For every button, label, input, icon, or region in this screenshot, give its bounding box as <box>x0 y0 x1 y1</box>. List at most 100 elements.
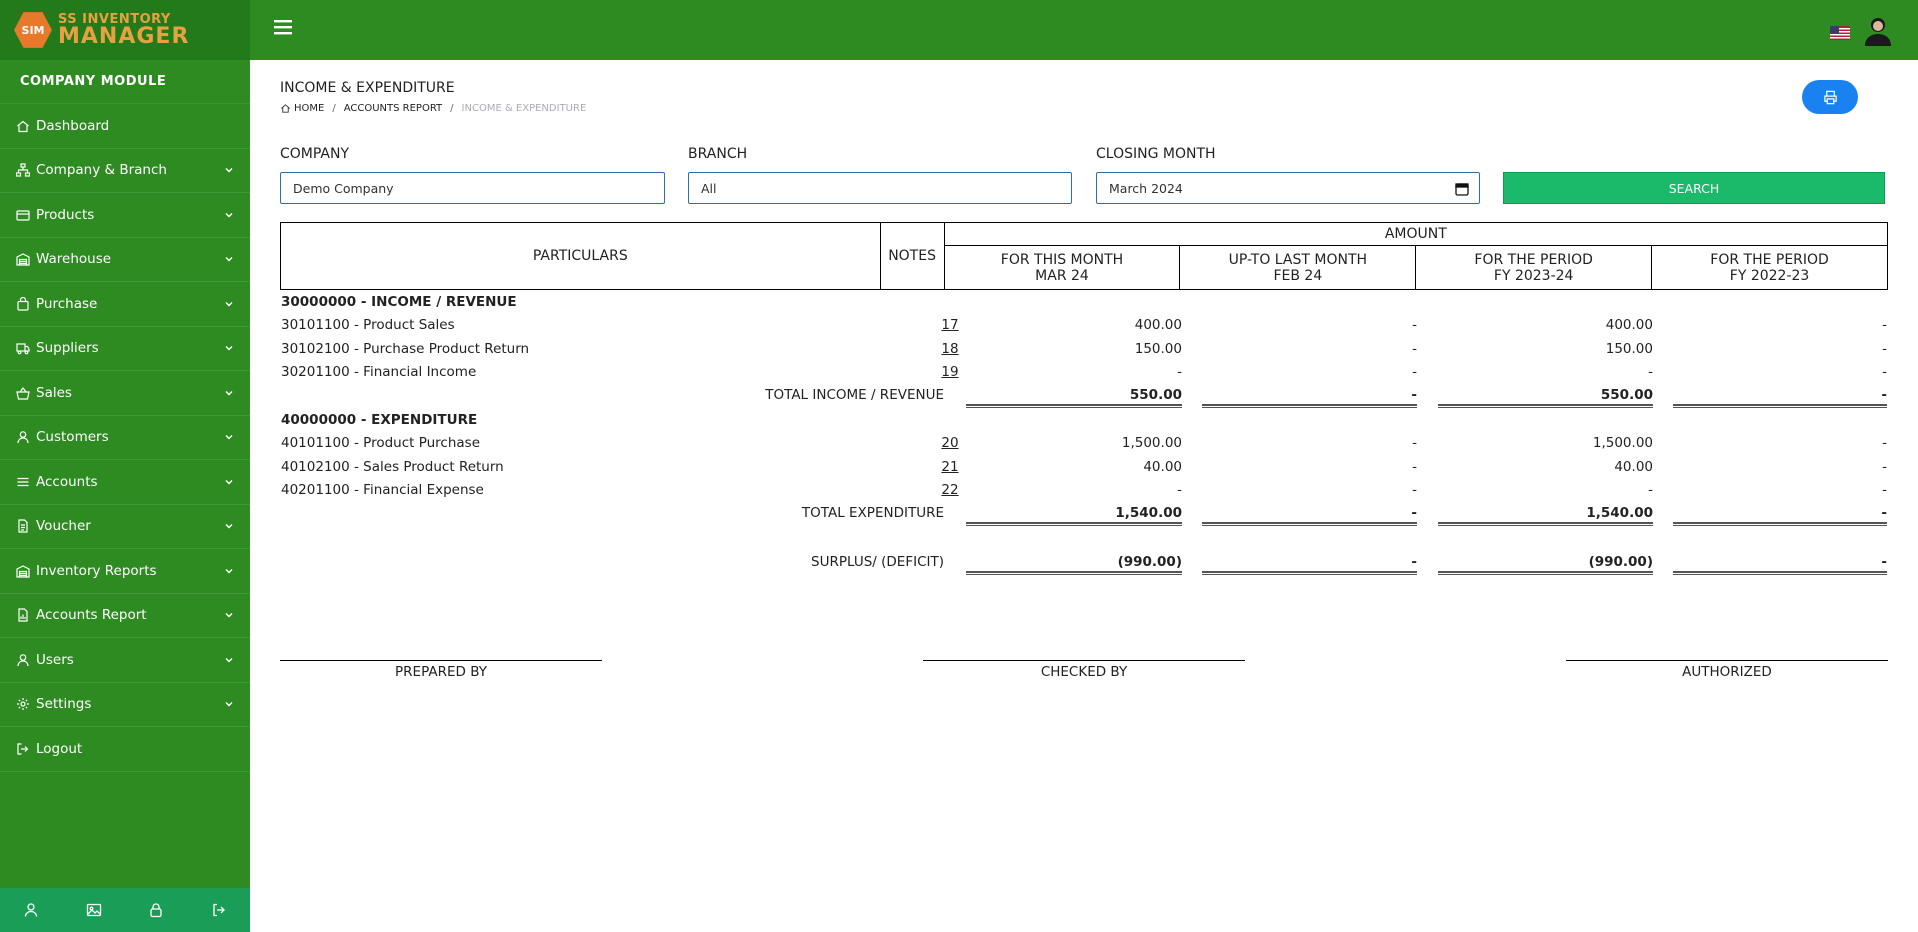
sidebar-item-label: Products <box>36 206 95 223</box>
sidebar-item-inventory-reports[interactable]: Inventory Reports <box>0 549 250 594</box>
amount-cell: - <box>1412 482 1417 499</box>
hamburger-menu-icon[interactable] <box>274 18 292 36</box>
search-button[interactable]: SEARCH <box>1503 172 1885 204</box>
account-name: 40102100 - Sales Product Return <box>281 458 504 475</box>
header-period-previous: FOR THE PERIOD FY 2022-23 <box>1651 245 1888 290</box>
amount-cell: 400.00 <box>1605 317 1653 334</box>
amount-cell: - <box>1177 482 1182 499</box>
amount-cell: - <box>1882 458 1887 475</box>
logout-icon[interactable] <box>211 902 227 918</box>
surplus-deficit-label: SURPLUS/ (DEFICIT) <box>811 554 944 571</box>
print-button[interactable] <box>1802 80 1858 114</box>
amount-cell: - <box>1177 363 1182 380</box>
bag-icon <box>17 296 29 311</box>
total-amount: 550.00 <box>1600 387 1653 404</box>
total-amount: (990.00) <box>1588 554 1653 571</box>
table-row: 30101100 - Product Sales 17 400.00-400.00- <box>280 313 1888 336</box>
lock-icon[interactable] <box>148 902 164 918</box>
closing-month-value: March 2024 <box>1109 180 1183 196</box>
home-icon <box>281 104 290 113</box>
sidebar-item-label: Warehouse <box>36 251 112 268</box>
closing-month-input[interactable]: March 2024 <box>1096 172 1480 204</box>
amount-cell: 1,500.00 <box>1592 435 1653 452</box>
chevron-down-icon <box>225 257 233 262</box>
sidebar-item-purchase[interactable]: Purchase <box>0 282 250 327</box>
total-amount: - <box>1411 505 1417 522</box>
gear-icon <box>17 698 29 711</box>
account-name: 30102100 - Purchase Product Return <box>281 340 530 357</box>
sidebar-footer <box>0 888 250 932</box>
sidebar-item-accounts-report[interactable]: Accounts Report <box>0 594 250 638</box>
total-amount: 550.00 <box>1129 387 1182 404</box>
breadcrumb-accounts-report[interactable]: ACCOUNTS REPORT <box>344 103 442 114</box>
header-last-month-period: FEB 24 <box>1273 267 1323 284</box>
chevron-down-icon <box>225 168 233 173</box>
header-this-month-period: MAR 24 <box>1035 267 1089 284</box>
chevron-down-icon <box>225 435 233 440</box>
sidebar-item-label: Inventory Reports <box>36 562 157 579</box>
amount-cell: - <box>1882 435 1887 452</box>
breadcrumb: HOME / ACCOUNTS REPORT / INCOME & EXPEND… <box>280 103 586 114</box>
page-title: INCOME & EXPENDITURE <box>280 80 455 96</box>
sidebar-item-company-branch[interactable]: Company & Branch <box>0 149 250 193</box>
header-period-previous-year: FY 2022-23 <box>1729 267 1810 284</box>
section-header-row: 40000000 - EXPENDITURE <box>280 408 1888 431</box>
sidebar-item-dashboard[interactable]: Dashboard <box>0 104 250 149</box>
amount-cell: 150.00 <box>1134 340 1182 357</box>
image-icon[interactable] <box>86 902 102 918</box>
total-amount: - <box>1411 387 1417 404</box>
file-icon <box>18 519 28 533</box>
logout-icon <box>17 743 29 755</box>
breadcrumb-home[interactable]: HOME <box>294 103 324 114</box>
sidebar-item-voucher[interactable]: Voucher <box>0 505 250 549</box>
account-name: 40201100 - Financial Expense <box>281 482 484 499</box>
sidebar-item-accounts[interactable]: Accounts <box>0 460 250 505</box>
amount-cell: - <box>1412 340 1417 357</box>
sidebar-item-settings[interactable]: Settings <box>0 683 250 727</box>
account-name: 30201100 - Financial Income <box>281 363 477 380</box>
prepared-by: PREPARED BY <box>280 660 602 680</box>
sidebar-item-customers[interactable]: Customers <box>0 416 250 460</box>
table-row: 40102100 - Sales Product Return 21 40.00-4… <box>280 455 1888 478</box>
truck-icon <box>16 343 30 355</box>
sidebar-item-sales[interactable]: Sales <box>0 371 250 416</box>
total-amount: - <box>1411 554 1417 571</box>
calendar-icon[interactable] <box>1455 182 1469 196</box>
sidebar-item-suppliers[interactable]: Suppliers <box>0 327 250 371</box>
table-row: 30102100 - Purchase Product Return 18 150.… <box>280 337 1888 360</box>
sidebar-item-label: Accounts Report <box>36 607 147 624</box>
sidebar-item-warehouse[interactable]: Warehouse <box>0 238 250 282</box>
total-amount: 1,540.00 <box>1586 505 1653 522</box>
logo[interactable]: SIM SS INVENTORY MANAGER <box>0 0 250 60</box>
double-underline <box>1673 571 1887 576</box>
sidebar-item-label: Sales <box>36 384 72 401</box>
user-icon <box>17 653 29 666</box>
breadcrumb-current: INCOME & EXPENDITURE <box>461 103 587 114</box>
header-this-month: FOR THIS MONTH MAR 24 <box>943 245 1181 290</box>
us-flag-icon[interactable] <box>1830 26 1850 40</box>
header-period-previous-title: FOR THE PERIOD <box>1710 251 1829 268</box>
branch-select[interactable]: All <box>688 172 1072 204</box>
closing-month-label: CLOSING MONTH <box>1096 146 1216 162</box>
user-icon[interactable] <box>23 902 39 918</box>
sidebar-item-label: Purchase <box>36 295 98 312</box>
sidebar-item-users[interactable]: Users <box>0 638 250 683</box>
avatar[interactable] <box>1862 14 1894 46</box>
chevron-down-icon <box>225 657 233 663</box>
warehouse-icon <box>16 565 30 578</box>
header-this-month-title: FOR THIS MONTH <box>1000 251 1124 268</box>
chevron-down-icon <box>225 212 233 218</box>
amount-cell: - <box>1882 482 1887 499</box>
total-expenditure-label: TOTAL EXPENDITURE <box>801 505 944 522</box>
sidebar-item-label: Users <box>36 651 74 668</box>
section-header-row: 30000000 - INCOME / REVENUE <box>280 290 1888 313</box>
sidebar-item-logout[interactable]: Logout <box>0 727 250 772</box>
company-select[interactable]: Demo Company <box>280 172 665 204</box>
home-icon <box>17 120 29 132</box>
amount-cell: - <box>1412 317 1417 334</box>
amount-cell: - <box>1882 363 1887 380</box>
income-section-header: 30000000 - INCOME / REVENUE <box>281 294 517 310</box>
sidebar-item-products[interactable]: Products <box>0 193 250 238</box>
sidebar-item-label: Suppliers <box>36 340 99 357</box>
list-icon <box>17 477 29 486</box>
